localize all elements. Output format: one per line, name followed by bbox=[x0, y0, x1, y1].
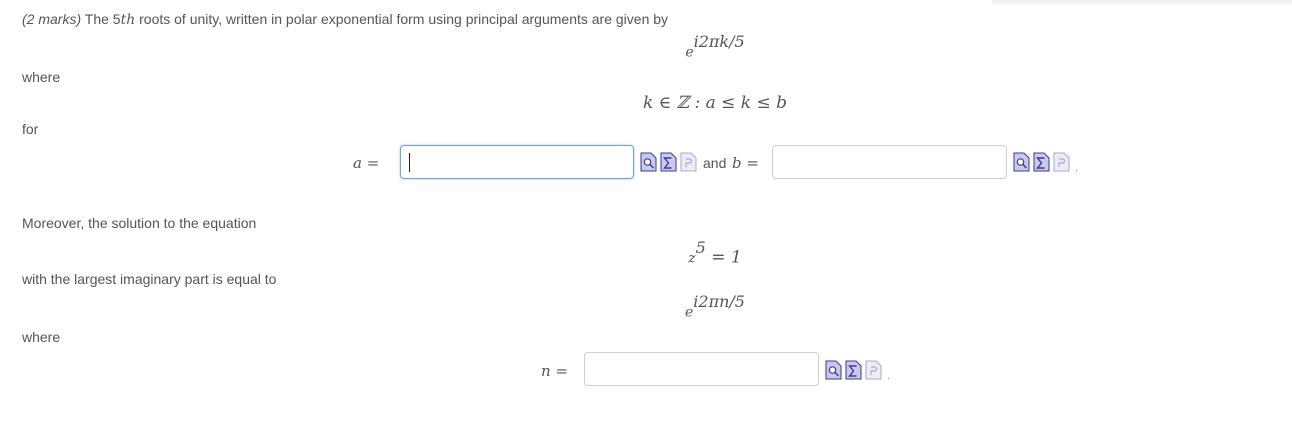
top-shadow bbox=[992, 0, 1292, 6]
roots-formula-base: e bbox=[685, 44, 694, 61]
intro-th: th bbox=[120, 12, 136, 28]
where-label-2: where bbox=[22, 329, 61, 345]
solution-formula-exponent: i2πn/5 bbox=[693, 292, 745, 311]
preview-icon[interactable] bbox=[825, 360, 842, 380]
equation-base: z bbox=[688, 250, 696, 267]
intro-text-end: roots of unity, written in polar exponen… bbox=[135, 11, 669, 27]
help-icon[interactable] bbox=[680, 152, 697, 172]
b-input-tools bbox=[1013, 152, 1070, 172]
solution-formula: ei2πn/5 bbox=[0, 292, 1292, 324]
a-input-tools bbox=[640, 152, 697, 172]
equation-z5: z5 = 1 bbox=[0, 238, 1292, 270]
b-label: b = bbox=[732, 154, 759, 172]
roots-formula: ei2πk/5 bbox=[0, 32, 1292, 64]
n-input-tools bbox=[825, 360, 882, 380]
question-intro: (2 marks) The 5th roots of unity, writte… bbox=[22, 10, 668, 29]
and-label: and bbox=[703, 155, 727, 171]
a-label: a = bbox=[353, 154, 380, 172]
index-set-formula: k ∈ ℤ : a ≤ k ≤ b bbox=[642, 93, 788, 113]
roots-formula-exponent: i2πk/5 bbox=[693, 32, 745, 51]
help-icon[interactable] bbox=[865, 360, 882, 380]
n-input[interactable] bbox=[584, 352, 819, 386]
equation-editor-icon[interactable] bbox=[660, 152, 677, 172]
equation-editor-icon[interactable] bbox=[1033, 152, 1050, 172]
b-input[interactable] bbox=[772, 145, 1007, 179]
trailing-dot: . bbox=[887, 368, 891, 382]
trailing-dot: . bbox=[1075, 160, 1079, 174]
preview-icon[interactable] bbox=[640, 152, 657, 172]
marks-label: (2 marks) bbox=[22, 11, 82, 27]
help-icon[interactable] bbox=[1053, 152, 1070, 172]
where-label-1: where bbox=[22, 69, 61, 85]
equation-rest: = 1 bbox=[705, 247, 742, 268]
text-caret bbox=[409, 153, 410, 172]
intro-text-start: The 5 bbox=[84, 11, 121, 27]
moreover-text: Moreover, the solution to the equation bbox=[22, 215, 257, 231]
equation-editor-icon[interactable] bbox=[845, 360, 862, 380]
a-input[interactable] bbox=[400, 145, 634, 179]
largest-imag-text: with the largest imaginary part is equal… bbox=[22, 271, 277, 287]
n-label: n = bbox=[541, 362, 568, 380]
equation-exponent: 5 bbox=[695, 238, 706, 257]
for-label: for bbox=[22, 121, 39, 137]
preview-icon[interactable] bbox=[1013, 152, 1030, 172]
